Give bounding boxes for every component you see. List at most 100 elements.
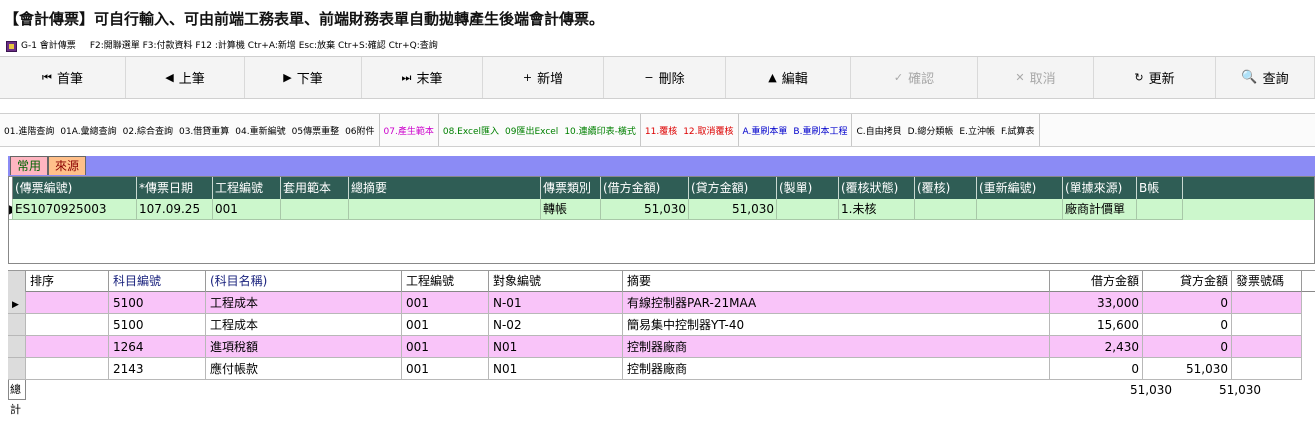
- row-selector[interactable]: [8, 314, 26, 336]
- detail-cell[interactable]: 0: [1143, 336, 1232, 358]
- voucher-row[interactable]: ▶ES1070925003107.09.25001轉帳51,03051,0301…: [9, 199, 1314, 220]
- detail-cell[interactable]: [26, 336, 109, 358]
- detail-cell[interactable]: N-01: [489, 292, 623, 314]
- detail-row[interactable]: 5100 工程成本 001 N-02 簡易集中控制器YT-40 15,600 0: [8, 314, 1315, 336]
- detail-column-header[interactable]: 排序: [26, 271, 109, 292]
- detail-cell[interactable]: 工程成本: [206, 292, 402, 314]
- detail-cell[interactable]: [1232, 292, 1302, 314]
- detail-cell[interactable]: 0: [1050, 358, 1143, 380]
- function-item[interactable]: 12.取消覆核: [683, 124, 733, 137]
- toolbar-button-1[interactable]: ⏮ 首筆: [0, 57, 126, 98]
- voucher-cell[interactable]: [977, 199, 1063, 220]
- voucher-column-header[interactable]: 工程編號: [213, 177, 281, 199]
- detail-cell[interactable]: [1232, 314, 1302, 336]
- toolbar-button-9[interactable]: ✕ 取消: [978, 57, 1094, 98]
- voucher-cell[interactable]: 51,030: [689, 199, 777, 220]
- detail-column-header[interactable]: 對象編號: [489, 271, 623, 292]
- tab-source[interactable]: 來源: [48, 156, 87, 175]
- detail-column-header[interactable]: 工程編號: [402, 271, 489, 292]
- toolbar-button-3[interactable]: ▶ 下筆: [245, 57, 362, 98]
- function-item[interactable]: 11.覆核: [645, 124, 677, 137]
- detail-column-header[interactable]: [8, 271, 26, 292]
- detail-column-header[interactable]: 貸方金額: [1143, 271, 1232, 292]
- function-item[interactable]: 05傳票重整: [292, 124, 339, 137]
- detail-cell[interactable]: [26, 358, 109, 380]
- detail-cell[interactable]: 控制器廠商: [623, 336, 1050, 358]
- detail-cell[interactable]: 0: [1143, 292, 1232, 314]
- detail-cell[interactable]: [1232, 358, 1302, 380]
- function-item[interactable]: 03.借貸重算: [179, 124, 229, 137]
- detail-cell[interactable]: 001: [402, 336, 489, 358]
- function-item[interactable]: C.自由拷貝: [856, 124, 901, 137]
- detail-column-header[interactable]: 發票號碼: [1232, 271, 1302, 292]
- toolbar-button-4[interactable]: ⏭ 末筆: [362, 57, 483, 98]
- function-item[interactable]: D.總分類帳: [908, 124, 954, 137]
- voucher-column-header[interactable]: 套用範本: [281, 177, 349, 199]
- detail-cell[interactable]: 5100: [109, 292, 206, 314]
- toolbar-button-11[interactable]: 🔍 查詢: [1216, 57, 1315, 98]
- detail-cell[interactable]: [26, 314, 109, 336]
- detail-cell[interactable]: 2,430: [1050, 336, 1143, 358]
- detail-cell[interactable]: 簡易集中控制器YT-40: [623, 314, 1050, 336]
- function-item[interactable]: 09匯出Excel: [505, 124, 558, 137]
- voucher-column-header[interactable]: (製單): [777, 177, 839, 199]
- voucher-column-header[interactable]: (貸方金額): [689, 177, 777, 199]
- detail-column-header[interactable]: 科目編號: [109, 271, 206, 292]
- voucher-column-header[interactable]: (覆核): [915, 177, 977, 199]
- function-item[interactable]: 01.進階查詢: [4, 124, 54, 137]
- voucher-cell[interactable]: [1137, 199, 1183, 220]
- detail-column-header[interactable]: 摘要: [623, 271, 1050, 292]
- function-item[interactable]: A.重刷本單: [743, 124, 788, 137]
- function-item[interactable]: E.立沖帳: [959, 124, 995, 137]
- voucher-cell[interactable]: 廠商計價單: [1063, 199, 1137, 220]
- row-selector[interactable]: [8, 336, 26, 358]
- voucher-column-header[interactable]: (借方金額): [601, 177, 689, 199]
- detail-cell[interactable]: 有線控制器PAR-21MAA: [623, 292, 1050, 314]
- voucher-cell[interactable]: [777, 199, 839, 220]
- detail-cell[interactable]: 001: [402, 314, 489, 336]
- toolbar-button-7[interactable]: ▲ 編輯: [726, 57, 851, 98]
- toolbar-button-5[interactable]: + 新增: [483, 57, 604, 98]
- row-selector[interactable]: ▶: [8, 292, 26, 314]
- toolbar-button-6[interactable]: − 刪除: [604, 57, 726, 98]
- detail-cell[interactable]: [1232, 336, 1302, 358]
- detail-row[interactable]: 2143 應付帳款 001 N01 控制器廠商 0 51,030: [8, 358, 1315, 380]
- voucher-cell[interactable]: ES1070925003: [13, 199, 137, 220]
- function-item[interactable]: 02.綜合查詢: [123, 124, 173, 137]
- function-item[interactable]: B.重刷本工程: [793, 124, 847, 137]
- function-item[interactable]: 04.重新編號: [235, 124, 285, 137]
- voucher-column-header[interactable]: 總摘要: [349, 177, 541, 199]
- detail-cell[interactable]: 001: [402, 292, 489, 314]
- voucher-cell[interactable]: 轉帳: [541, 199, 601, 220]
- toolbar-button-8[interactable]: ✓ 確認: [851, 57, 978, 98]
- detail-cell[interactable]: 進項稅額: [206, 336, 402, 358]
- function-item[interactable]: 08.Excel匯入: [443, 124, 499, 137]
- voucher-cell[interactable]: 107.09.25: [137, 199, 213, 220]
- voucher-cell[interactable]: [349, 199, 541, 220]
- detail-cell[interactable]: 2143: [109, 358, 206, 380]
- voucher-cell[interactable]: [281, 199, 349, 220]
- voucher-cell[interactable]: [915, 199, 977, 220]
- voucher-column-header[interactable]: B帳: [1137, 177, 1183, 199]
- row-selector[interactable]: [8, 358, 26, 380]
- detail-cell[interactable]: 51,030: [1143, 358, 1232, 380]
- function-item[interactable]: 01A.彙總查詢: [60, 124, 116, 137]
- detail-cell[interactable]: 15,600: [1050, 314, 1143, 336]
- detail-column-header[interactable]: 借方金額: [1050, 271, 1143, 292]
- detail-row[interactable]: ▶ 5100 工程成本 001 N-01 有線控制器PAR-21MAA 33,000 0: [8, 292, 1315, 314]
- tab-common[interactable]: 常用: [10, 156, 49, 175]
- detail-cell[interactable]: 0: [1143, 314, 1232, 336]
- voucher-column-header[interactable]: (單據來源): [1063, 177, 1137, 199]
- function-item[interactable]: 07.產生範本: [384, 124, 434, 137]
- detail-row[interactable]: 1264 進項稅額 001 N01 控制器廠商 2,430 0: [8, 336, 1315, 358]
- detail-cell[interactable]: 應付帳款: [206, 358, 402, 380]
- detail-cell[interactable]: N01: [489, 358, 623, 380]
- voucher-column-header[interactable]: (傳票編號): [13, 177, 137, 199]
- function-item[interactable]: 06附件: [345, 124, 374, 137]
- detail-cell[interactable]: 33,000: [1050, 292, 1143, 314]
- voucher-cell[interactable]: 1.未核: [839, 199, 915, 220]
- toolbar-button-2[interactable]: ◀ 上筆: [126, 57, 245, 98]
- function-item[interactable]: F.試算表: [1001, 124, 1035, 137]
- voucher-column-header[interactable]: 傳票類別: [541, 177, 601, 199]
- voucher-column-header[interactable]: (覆核狀態): [839, 177, 915, 199]
